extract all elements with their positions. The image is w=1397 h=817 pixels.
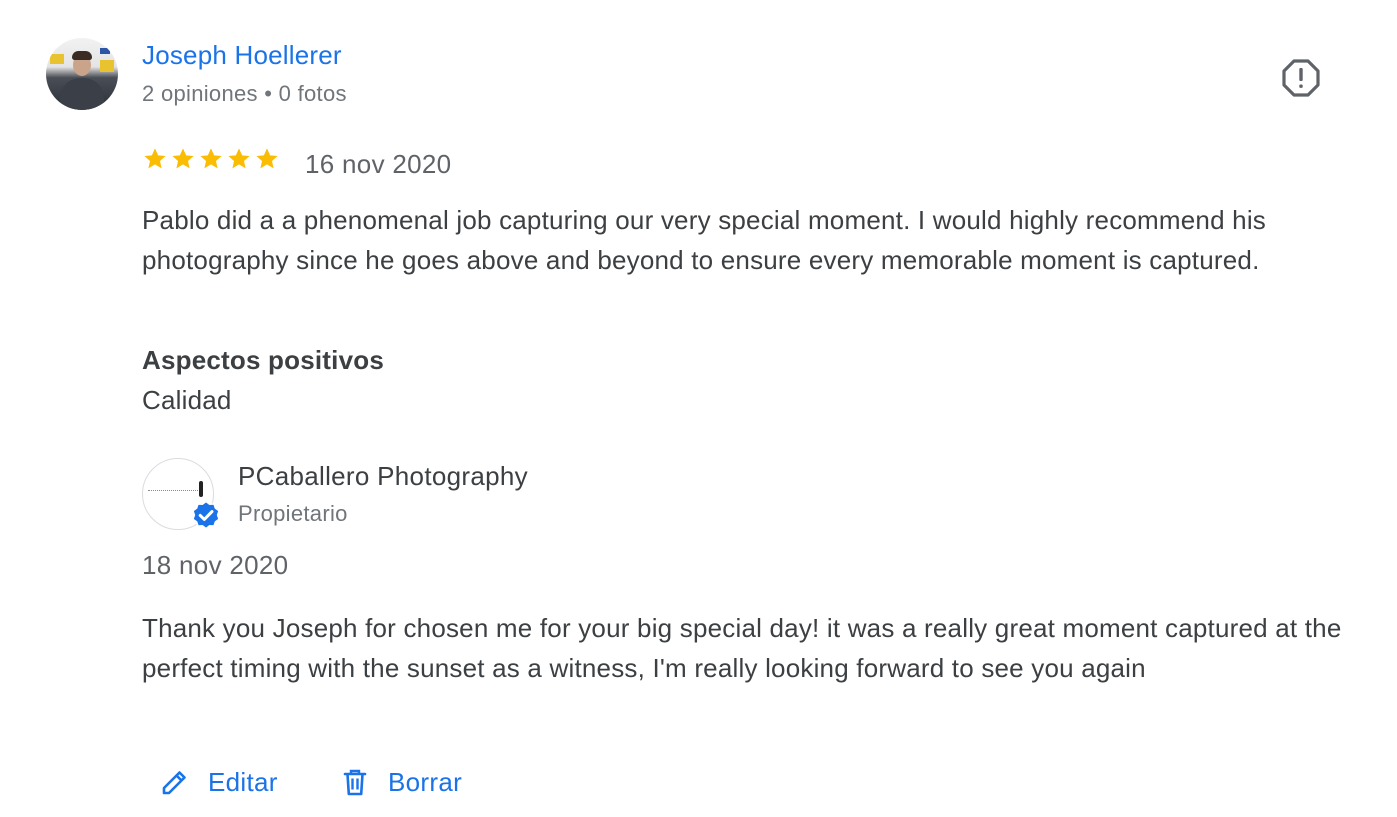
review-card: Joseph Hoellerer 2 opiniones • 0 fotos 1…	[0, 0, 1397, 817]
edit-label: Editar	[208, 766, 278, 797]
star-icon	[172, 148, 194, 169]
owner-role: Propietario	[238, 501, 348, 526]
owner-name: PCaballero Photography	[238, 461, 528, 491]
delete-button[interactable]: Borrar	[340, 760, 462, 804]
author-meta: 2 opiniones • 0 fotos	[142, 81, 347, 106]
verified-check-icon	[192, 500, 220, 530]
delete-label: Borrar	[388, 766, 463, 797]
pencil-icon	[162, 771, 186, 795]
report-button[interactable]	[1281, 58, 1321, 98]
owner-logo-figure	[199, 481, 203, 497]
report-icon	[1282, 59, 1320, 97]
star-icon	[256, 148, 278, 169]
reply-text: Thank you Joseph for chosen me for your …	[142, 613, 1342, 683]
positives-value: Calidad	[142, 385, 232, 415]
star-rating	[142, 146, 280, 172]
trash-icon	[343, 769, 367, 796]
owner-logo-script	[148, 490, 202, 492]
avatar-bg-logo	[100, 60, 114, 72]
avatar-person-body	[60, 78, 104, 110]
avatar-bg-logo	[50, 54, 64, 64]
avatar-bg-logo	[100, 48, 110, 54]
review-date: 16 nov 2020	[305, 149, 452, 179]
positives-heading: Aspectos positivos	[142, 345, 384, 375]
author-avatar[interactable]	[46, 38, 118, 110]
star-icon	[144, 148, 166, 169]
reply-date: 18 nov 2020	[142, 550, 289, 580]
edit-button[interactable]: Editar	[160, 760, 278, 804]
author-name-link[interactable]: Joseph Hoellerer	[142, 40, 342, 71]
star-icon	[200, 148, 222, 169]
review-text: Pablo did a a phenomenal job capturing o…	[142, 205, 1267, 275]
star-icon	[228, 148, 250, 169]
avatar-person-hair	[72, 51, 92, 60]
